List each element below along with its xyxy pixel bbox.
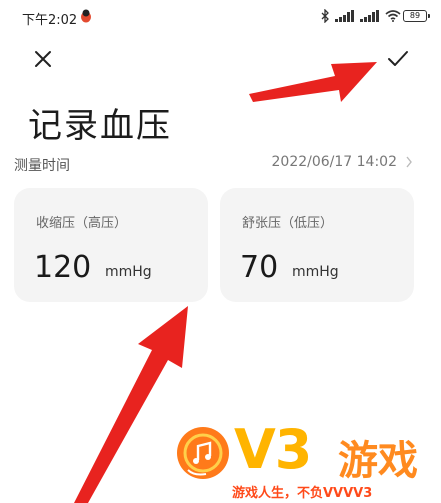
systolic-unit: mmHg bbox=[105, 264, 152, 280]
chevron-right-icon bbox=[406, 156, 412, 168]
battery-indicator: 89 bbox=[403, 10, 430, 22]
signal-icon bbox=[360, 10, 379, 22]
wifi-icon bbox=[385, 10, 401, 22]
diastolic-value[interactable]: 70 bbox=[240, 250, 278, 285]
systolic-card[interactable]: 收缩压（高压） 120 mmHg bbox=[14, 188, 208, 302]
diastolic-card[interactable]: 舒张压（低压） 70 mmHg bbox=[220, 188, 414, 302]
measure-time-picker[interactable]: 2022/06/17 14:02 bbox=[272, 154, 414, 170]
diastolic-unit: mmHg bbox=[292, 264, 339, 280]
measure-time-label: 测量时间 bbox=[14, 158, 70, 174]
music-disc-icon bbox=[177, 427, 229, 479]
signal-icon bbox=[335, 10, 354, 22]
status-time: 下午2:02 bbox=[22, 13, 78, 28]
bluetooth-icon bbox=[321, 9, 329, 23]
watermark-name: 游戏 bbox=[338, 438, 418, 484]
diastolic-label: 舒张压（低压） bbox=[242, 216, 334, 231]
systolic-label: 收缩压（高压） bbox=[36, 216, 128, 231]
annotation-arrow-top bbox=[249, 62, 377, 102]
close-icon[interactable] bbox=[28, 44, 58, 74]
measure-time-value: 2022/06/17 14:02 bbox=[271, 154, 398, 170]
status-icons bbox=[321, 9, 401, 23]
systolic-value[interactable]: 120 bbox=[34, 250, 91, 285]
watermark-slogan: 游戏人生，不负VVVV3 bbox=[232, 486, 373, 501]
status-bar: 下午2:02 89 bbox=[0, 0, 441, 34]
watermark-brand: V3 bbox=[234, 418, 312, 481]
check-icon[interactable] bbox=[383, 44, 413, 74]
page-title: 记录血压 bbox=[28, 106, 172, 146]
watermark-logo: V3 游戏 游戏人生，不负VVVV3 bbox=[170, 418, 441, 503]
notification-icon bbox=[81, 9, 91, 23]
